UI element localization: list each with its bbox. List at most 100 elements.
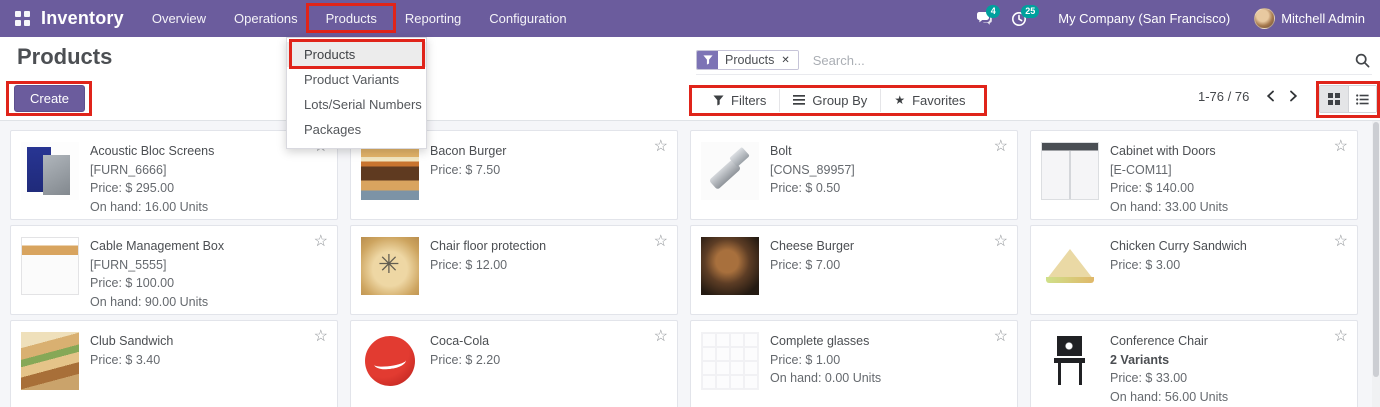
- product-price: Price: $ 33.00: [1110, 371, 1188, 385]
- favorite-star-icon[interactable]: ☆: [1334, 231, 1348, 251]
- product-image: [361, 237, 419, 295]
- facet-remove-icon[interactable]: ✕: [781, 55, 789, 66]
- dropdown-item-product-variants[interactable]: Product Variants: [287, 67, 426, 92]
- dropdown-item-lots-serial-numbers[interactable]: Lots/Serial Numbers: [287, 92, 426, 117]
- favorites-star-icon: ★: [894, 93, 906, 107]
- product-name[interactable]: Conference Chair: [1110, 332, 1228, 351]
- product-price: Price: $ 1.00: [770, 352, 841, 367]
- scrollbar-thumb[interactable]: [1373, 122, 1379, 377]
- product-name[interactable]: Cabinet with Doors: [1110, 142, 1228, 161]
- nav-item-overview[interactable]: Overview: [138, 0, 220, 37]
- product-name[interactable]: Bacon Burger: [430, 142, 506, 161]
- create-button-label: Create: [30, 91, 70, 106]
- favorite-star-icon[interactable]: ☆: [654, 326, 668, 346]
- product-name[interactable]: Chicken Curry Sandwich: [1110, 237, 1247, 256]
- nav-item-configuration[interactable]: Configuration: [475, 0, 580, 37]
- product-price: Price: $ 7.00: [770, 257, 841, 272]
- product-name[interactable]: Chair floor protection: [430, 237, 546, 256]
- product-price: Price: $ 3.00: [1110, 257, 1181, 272]
- product-on-hand: On hand: 16.00 Units: [90, 199, 209, 214]
- product-name[interactable]: Club Sandwich: [90, 332, 173, 351]
- nav-item-reporting[interactable]: Reporting: [391, 0, 475, 37]
- create-button[interactable]: Create: [6, 81, 93, 116]
- user-avatar[interactable]: [1254, 8, 1276, 29]
- product-image: [1041, 237, 1099, 295]
- company-switcher[interactable]: My Company (San Francisco): [1058, 11, 1230, 26]
- list-view-button[interactable]: [1348, 86, 1376, 112]
- favorite-star-icon[interactable]: ☆: [1334, 326, 1348, 346]
- product-price: Price: $ 3.40: [90, 352, 161, 367]
- product-ref: [FURN_6666]: [90, 162, 167, 177]
- dropdown-item-packages[interactable]: Packages: [287, 117, 426, 142]
- favorite-star-icon[interactable]: ☆: [994, 326, 1008, 346]
- nav-item-operations[interactable]: Operations: [220, 0, 312, 37]
- navbar-systray: 4 25 My Company (San Francisco) Mitchell…: [967, 4, 1365, 29]
- filters-button-label: Filters: [731, 92, 767, 108]
- apps-menu-icon[interactable]: [15, 11, 30, 26]
- product-image: [1041, 142, 1099, 200]
- favorite-star-icon[interactable]: ☆: [654, 136, 668, 156]
- product-card[interactable]: Cabinet with Doors [E-COM11] Price: $ 14…: [1030, 130, 1358, 220]
- product-card[interactable]: Coca-Cola Price: $ 2.20 ☆: [350, 320, 678, 407]
- product-price: Price: $ 295.00: [90, 181, 175, 195]
- product-name[interactable]: Cable Management Box: [90, 237, 224, 256]
- product-name[interactable]: Cheese Burger: [770, 237, 854, 256]
- search-facet[interactable]: Products ✕: [696, 50, 799, 70]
- product-card[interactable]: Cheese Burger Price: $ 7.00 ☆: [690, 225, 1018, 315]
- group-by-button[interactable]: Group By: [779, 88, 880, 112]
- product-on-hand: On hand: 56.00 Units: [1110, 389, 1229, 404]
- search-input[interactable]: [804, 48, 1355, 72]
- product-name[interactable]: Bolt: [770, 142, 855, 161]
- filters-button[interactable]: Filters: [700, 89, 779, 112]
- product-ref: [CONS_89957]: [770, 162, 855, 177]
- product-name[interactable]: Acoustic Bloc Screens: [90, 142, 214, 161]
- app-title[interactable]: Inventory: [41, 8, 124, 29]
- product-price: Price: $ 0.50: [770, 181, 841, 195]
- favorites-button[interactable]: ★ Favorites: [880, 88, 978, 112]
- favorite-star-icon[interactable]: ☆: [654, 231, 668, 251]
- product-on-hand: On hand: 90.00 Units: [90, 294, 209, 309]
- product-price: Price: $ 12.00: [430, 257, 508, 272]
- product-card[interactable]: Bolt [CONS_89957] Price: $ 0.50 ☆: [690, 130, 1018, 220]
- product-card[interactable]: Chair floor protection Price: $ 12.00 ☆: [350, 225, 678, 315]
- user-name[interactable]: Mitchell Admin: [1281, 11, 1365, 26]
- dropdown-item-products[interactable]: Products: [287, 39, 426, 69]
- product-card[interactable]: Cable Management Box [FURN_5555] Price: …: [10, 225, 338, 315]
- pager-range: 1-76 / 76: [1198, 88, 1250, 104]
- pager-previous-button[interactable]: [1259, 86, 1282, 106]
- favorite-star-icon[interactable]: ☆: [314, 326, 328, 346]
- product-image: [21, 332, 79, 390]
- favorite-star-icon[interactable]: ☆: [1334, 136, 1348, 156]
- pager: 1-76 / 76: [1198, 86, 1305, 106]
- pager-next-button[interactable]: [1282, 86, 1305, 106]
- vertical-scrollbar[interactable]: [1372, 121, 1380, 407]
- product-card[interactable]: Club Sandwich Price: $ 3.40 ☆: [10, 320, 338, 407]
- messages-icon[interactable]: 4: [976, 5, 1001, 26]
- products-dropdown-menu: Products Product Variants Lots/Serial Nu…: [286, 37, 427, 149]
- favorite-star-icon[interactable]: ☆: [994, 136, 1008, 156]
- product-on-hand: On hand: 0.00 Units: [770, 371, 882, 385]
- product-card[interactable]: Chicken Curry Sandwich Price: $ 3.00 ☆: [1030, 225, 1358, 315]
- control-panel: Products Create Products ✕ Filters: [0, 37, 1380, 121]
- product-image: [361, 332, 419, 390]
- favorites-button-label: Favorites: [912, 92, 966, 108]
- product-price: Price: $ 7.50: [430, 162, 501, 177]
- product-card[interactable]: Complete glasses Price: $ 1.00 On hand: …: [690, 320, 1018, 407]
- favorite-star-icon[interactable]: ☆: [994, 231, 1008, 251]
- top-navbar: Inventory Overview Operations Products R…: [0, 0, 1380, 37]
- product-image: [21, 237, 79, 295]
- page-title: Products: [17, 44, 113, 69]
- kanban-view-button[interactable]: [1320, 86, 1348, 112]
- product-price: Price: $ 2.20: [430, 352, 501, 367]
- view-switcher: [1316, 81, 1380, 118]
- dropdown-item-products-label: Products: [304, 47, 356, 62]
- search-facet-label: Products: [725, 53, 775, 67]
- favorite-star-icon[interactable]: ☆: [314, 231, 328, 251]
- product-name[interactable]: Complete glasses: [770, 332, 881, 351]
- product-name[interactable]: Coca-Cola: [430, 332, 500, 351]
- product-image: [701, 332, 759, 390]
- nav-item-products[interactable]: Products: [305, 0, 396, 37]
- product-card[interactable]: Conference Chair 2 Variants Price: $ 33.…: [1030, 320, 1358, 407]
- search-magnifier-icon[interactable]: [1355, 53, 1372, 68]
- activities-clock-icon[interactable]: 25: [1011, 4, 1040, 27]
